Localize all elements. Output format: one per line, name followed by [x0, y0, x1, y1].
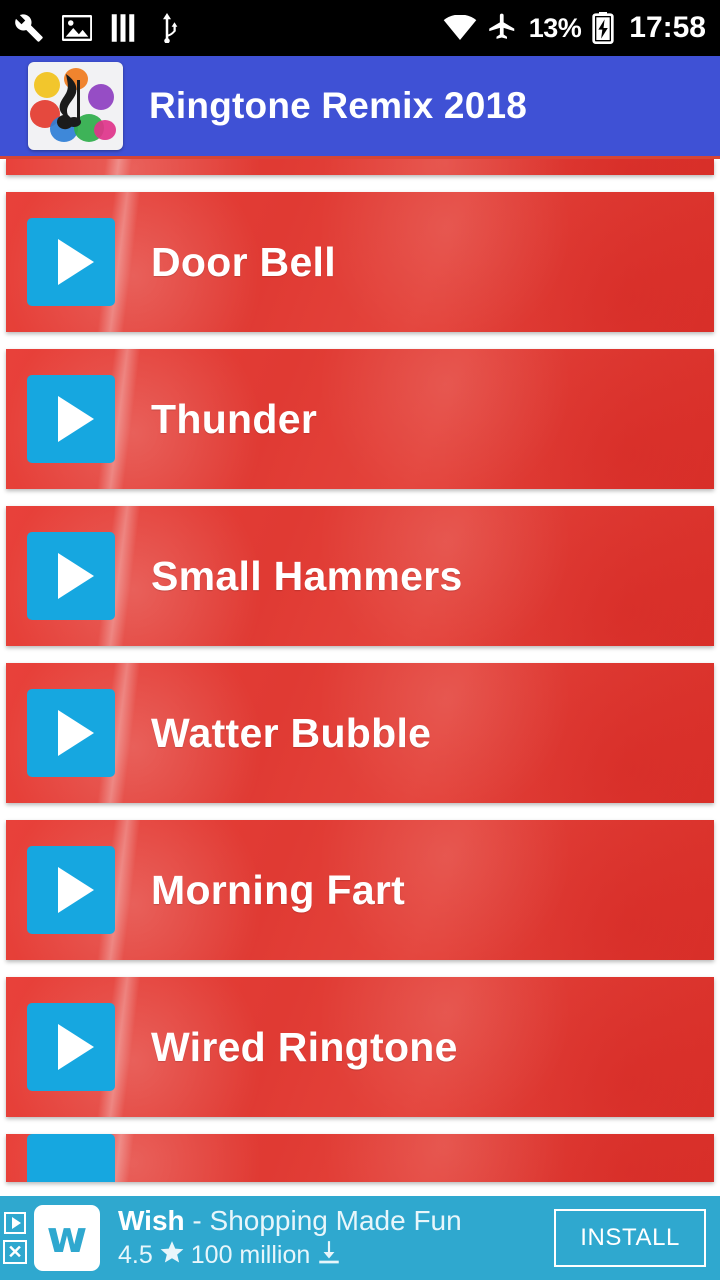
- list-item[interactable]: Morning Fart: [6, 820, 714, 960]
- download-icon: [316, 1239, 342, 1272]
- status-bar-left-icons: [14, 13, 443, 43]
- list-item[interactable]: Thunder: [6, 349, 714, 489]
- ad-banner[interactable]: ✕ w Wish - Shopping Made Fun 4.5 100 mil…: [0, 1196, 720, 1280]
- wish-app-icon-letter: w: [46, 1212, 88, 1263]
- list-item-label: Wired Ringtone: [151, 1023, 458, 1070]
- play-icon[interactable]: [27, 375, 115, 463]
- list-item[interactable]: Wired Ringtone: [6, 977, 714, 1117]
- ad-tagline: - Shopping Made Fun: [192, 1204, 462, 1236]
- ad-controls[interactable]: ✕: [0, 1196, 30, 1280]
- play-icon[interactable]: [27, 1003, 115, 1091]
- close-icon[interactable]: ✕: [3, 1240, 27, 1264]
- ringtone-list[interactable]: Door Bell Thunder Small Hammers Watter B…: [0, 159, 720, 1196]
- ad-meta-line: 4.5 100 million: [118, 1239, 554, 1272]
- ad-choices-icon[interactable]: [4, 1212, 26, 1234]
- ad-text-block: Wish - Shopping Made Fun 4.5 100 million: [118, 1205, 554, 1272]
- wish-app-icon: w: [34, 1205, 100, 1271]
- wifi-icon: [443, 15, 477, 41]
- ad-rating: 4.5: [118, 1240, 153, 1269]
- list-item-label: Small Hammers: [151, 552, 463, 599]
- usb-icon: [154, 13, 180, 43]
- app-bar: Ringtone Remix 2018: [0, 56, 720, 159]
- sim-card-icon: [110, 13, 136, 43]
- play-icon[interactable]: [27, 689, 115, 777]
- ad-title-line: Wish - Shopping Made Fun: [118, 1205, 554, 1237]
- status-bar-right-icons: 13% 17:58: [443, 11, 706, 45]
- battery-charging-icon: [591, 12, 615, 44]
- app-logo-music-note-icon: [28, 62, 123, 150]
- play-icon[interactable]: [27, 1134, 115, 1182]
- list-item-label: Door Bell: [151, 238, 336, 285]
- install-button[interactable]: INSTALL: [554, 1209, 706, 1267]
- list-item[interactable]: Small Hammers: [6, 506, 714, 646]
- play-icon[interactable]: [27, 218, 115, 306]
- list-item[interactable]: Watter Bubble: [6, 663, 714, 803]
- image-icon: [62, 15, 92, 41]
- battery-percent-label: 13%: [528, 12, 582, 43]
- star-icon: [159, 1239, 185, 1272]
- list-item-partial-top[interactable]: [6, 159, 714, 175]
- ad-title: Wish: [118, 1204, 185, 1236]
- play-icon[interactable]: [27, 846, 115, 934]
- status-bar: 13% 17:58: [0, 0, 720, 56]
- list-item-partial-bottom[interactable]: [6, 1134, 714, 1182]
- play-icon[interactable]: [27, 532, 115, 620]
- wrench-icon: [14, 13, 44, 43]
- list-item-label: Thunder: [151, 395, 318, 442]
- ad-downloads: 100 million: [190, 1240, 311, 1269]
- airplane-mode-icon: [487, 13, 519, 43]
- page-title: Ringtone Remix 2018: [149, 85, 528, 126]
- list-item[interactable]: Door Bell: [6, 192, 714, 332]
- list-item-label: Morning Fart: [151, 866, 406, 913]
- clock-label: 17:58: [629, 11, 706, 44]
- list-item-label: Watter Bubble: [151, 709, 432, 756]
